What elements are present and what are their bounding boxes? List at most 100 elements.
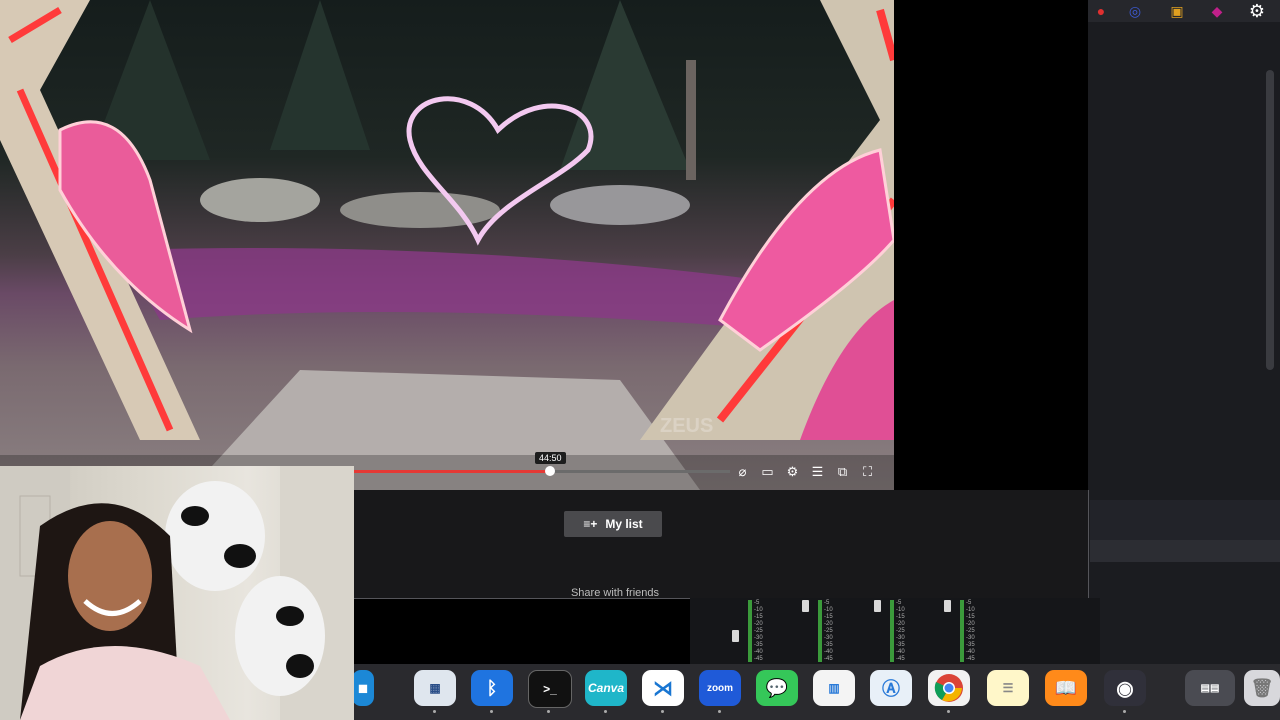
watermark: ZEUS [660,415,713,437]
mixer-scale-label: -15 [896,614,905,620]
volume-fader[interactable] [944,600,951,612]
progress-bar[interactable] [352,470,730,473]
mixer-scale-label: -10 [824,607,833,613]
running-indicator [947,710,950,713]
mixer-scale-label: -20 [896,621,905,627]
record-icon[interactable]: ● [1092,2,1110,20]
cow-spot [276,606,304,626]
trash-icon[interactable]: 🗑 [1244,670,1280,706]
road-shape [120,248,780,330]
cow-spot [224,544,256,568]
virtual-camera-icon[interactable]: ◎ [1126,2,1144,20]
mixer-scale-label: -35 [754,642,763,648]
share-link[interactable]: Share with friends [540,587,690,599]
audio-level-meter [890,600,894,662]
mixer-scale-label: -45 [754,656,763,662]
mixer-scale: -5 -10 -15 -20 -25 -30 -35 -40 -45 [896,600,910,663]
rock-shape [340,192,500,228]
mixer-scale-label: -25 [824,628,833,634]
webcam-scene [0,466,354,720]
terminal-icon[interactable]: >_ [528,670,572,708]
scrollbar[interactable] [1266,70,1274,370]
vscode-icon[interactable]: ⋊ [642,670,684,706]
chrome-logo [934,674,963,702]
mixer-scale-label: -25 [754,628,763,634]
messages-icon[interactable]: 💬 [756,670,798,706]
cc-icon[interactable]: ▭ [758,463,777,481]
chair-arm [235,576,325,696]
zoom-icon[interactable]: zoom [699,670,741,706]
bluetooth-icon[interactable]: ᛒ [471,670,513,706]
video-frame[interactable]: ZEUS [0,0,894,490]
details-panel [352,490,1089,599]
mixer-scale-label: -10 [896,607,905,613]
mixer-scale-label: -35 [896,642,905,648]
mixer-scale-label: -10 [754,607,763,613]
app-store-icon[interactable]: Ⓐ [870,670,912,706]
episodes-icon[interactable]: ☰ [808,463,827,481]
notes-icon[interactable]: ☰ [987,670,1029,706]
audio-level-meter [960,600,964,662]
running-indicator [1123,710,1126,713]
books-icon[interactable]: 📖 [1045,670,1087,706]
canva-icon[interactable]: Canva [585,670,627,706]
video-scene: ZEUS [0,0,894,490]
mixer-scale-label: -40 [966,649,975,655]
mixer-scale-label: -15 [966,614,975,620]
mixer-scale-label: -30 [966,635,975,641]
subtitles-off-icon[interactable]: ⌀ [733,463,752,481]
mixer-scale-label: -20 [754,621,763,627]
chair-back [165,481,265,591]
keynote-icon[interactable]: ▥ [813,670,855,706]
obs-icon[interactable]: ◉ [1104,670,1146,706]
my-list-label: My list [605,517,643,531]
running-indicator [661,710,664,713]
webcam-overlay [0,466,354,720]
chrome-icon[interactable] [928,670,970,706]
mixer-scale-label: -10 [966,607,975,613]
my-list-button[interactable]: ≡+ My list [564,511,662,537]
mixer-scale-label: -40 [824,649,833,655]
mixer-scale-label: -5 [966,600,972,606]
tree-trunk [686,60,696,180]
player-controls: ⌀ ▭ ⚙ ☰ ⧉ ⛶ [733,463,883,481]
mixer-scale-label: -25 [966,628,975,634]
downloads-stack-icon[interactable]: ▤▤ [1185,670,1235,706]
mixer-scale-label: -20 [966,621,975,627]
pip-icon[interactable]: ⧉ [833,463,852,481]
mixer-scale-label: -5 [754,600,760,606]
gear-icon[interactable]: ⚙ [783,463,802,481]
volume-fader[interactable] [874,600,881,612]
volume-fader[interactable] [802,600,809,612]
mixer-scale-label: -35 [966,642,975,648]
time-tooltip: 44:50 [535,452,566,464]
mixer-scale: -5 -10 -15 -20 -25 -30 -35 -40 -45 [754,600,768,663]
cow-spot [181,506,209,526]
mixer-scale-label: -45 [896,656,905,662]
preview-icon[interactable]: ▦ [414,670,456,706]
mixer-scale-label: -40 [754,649,763,655]
mixer-scale: -5 -10 -15 -20 -25 -30 -35 -40 -45 [966,600,980,663]
running-indicator [604,710,607,713]
app-icon[interactable]: ◼ [352,670,374,706]
add-to-list-icon: ≡+ [583,517,598,531]
source-icon[interactable]: ◆ [1208,2,1226,20]
running-indicator [547,710,550,713]
fullscreen-icon[interactable]: ⛶ [858,463,877,481]
gear-icon[interactable]: ⚙ [1248,1,1266,21]
obs-toolbar: ● ◎ ▣ ◆ ⚙ [1088,0,1280,22]
progress-scrubber[interactable] [545,466,555,476]
mixer-scale-label: -45 [966,656,975,662]
mixer-scale: -5 -10 -15 -20 -25 -30 -35 -40 -45 [824,600,838,663]
studio-mode-icon[interactable]: ▣ [1168,2,1186,20]
mixer-scale-label: -35 [824,642,833,648]
obs-panel-header [1090,540,1280,562]
mixer-scale-label: -30 [824,635,833,641]
mixer-scale-label: -5 [896,600,902,606]
volume-fader[interactable] [732,630,739,642]
audio-level-meter [818,600,822,662]
rock-shape [550,185,690,225]
mixer-scale-label: -20 [824,621,833,627]
mixer-scale-label: -30 [896,635,905,641]
mixer-scale-label: -40 [896,649,905,655]
